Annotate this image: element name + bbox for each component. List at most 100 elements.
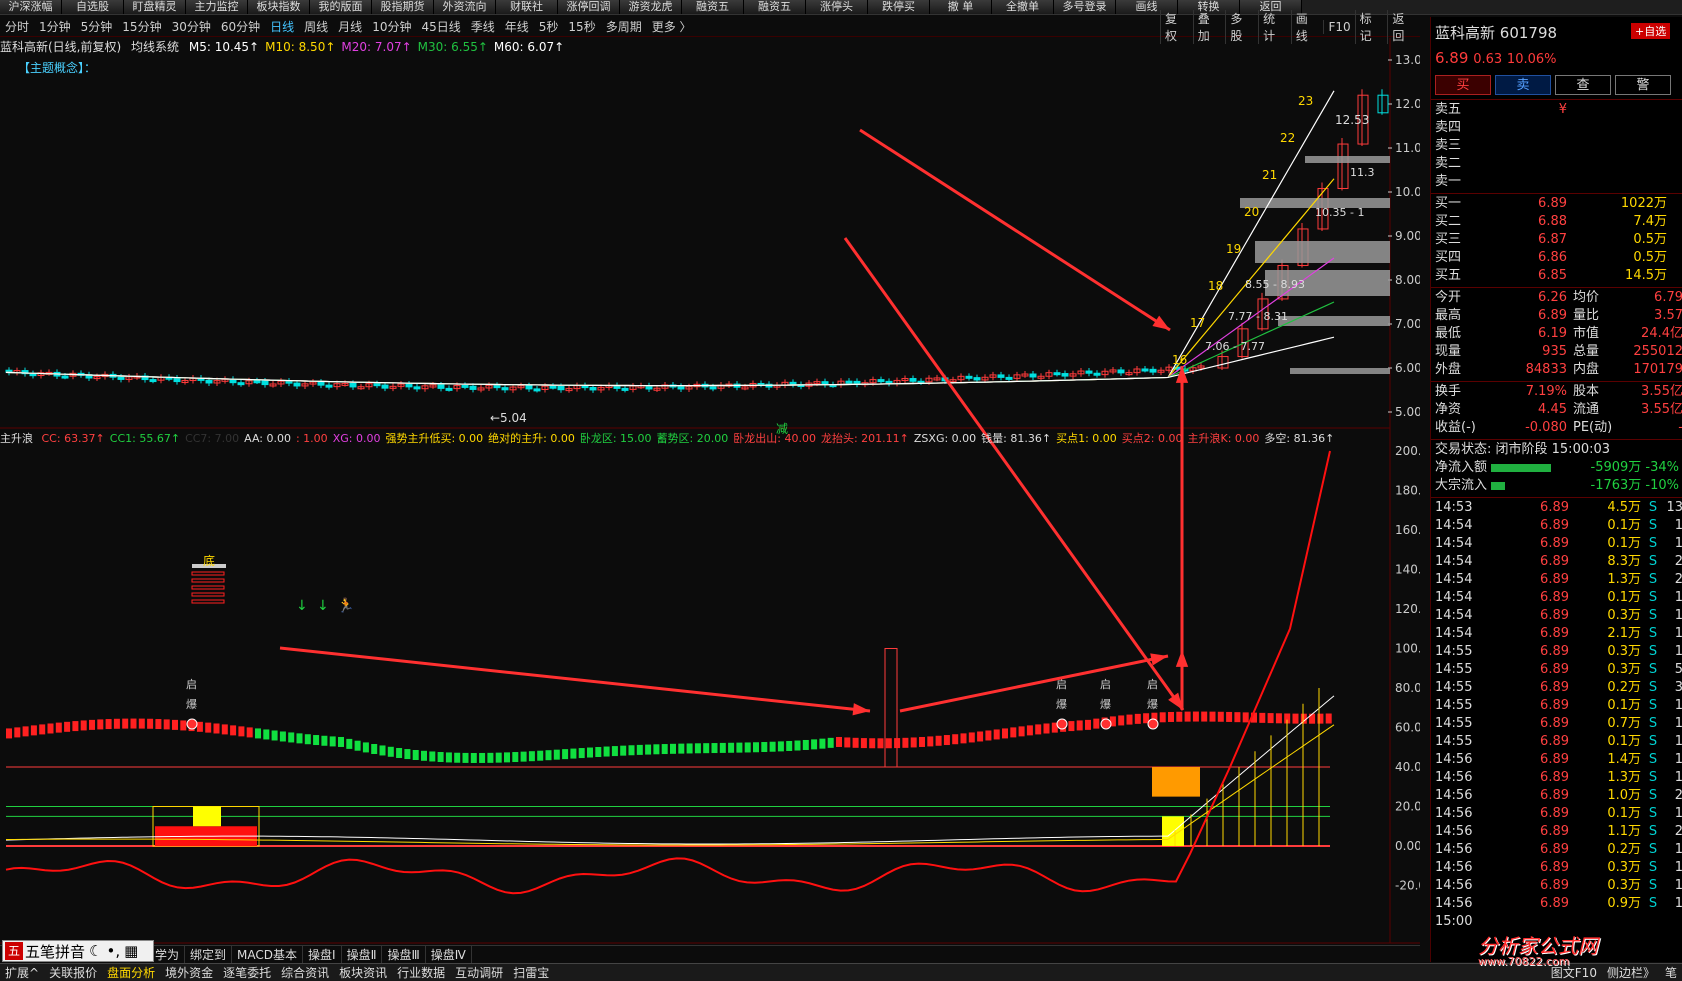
wave-block bbox=[362, 742, 369, 753]
period-tab[interactable]: 30分钟 bbox=[167, 18, 216, 35]
wave-block bbox=[329, 736, 336, 747]
add-favorite-button[interactable]: +自选 bbox=[1631, 23, 1671, 39]
indicator-tab[interactable]: 学为 bbox=[150, 946, 186, 963]
indicator-tab[interactable]: MACD基本 bbox=[232, 946, 304, 963]
toolbar-button[interactable]: 多号登录 bbox=[1054, 0, 1116, 14]
wave-block bbox=[321, 735, 328, 746]
wave-block bbox=[1035, 724, 1042, 735]
indicator-title[interactable]: 主升浪 bbox=[0, 432, 33, 445]
wave-block bbox=[437, 752, 444, 763]
status-tab[interactable]: 境外资金 bbox=[160, 964, 218, 981]
status-tab[interactable]: 行业数据 bbox=[392, 964, 450, 981]
tick-cell: 6.89 bbox=[1540, 734, 1569, 749]
period-tab[interactable]: 60分钟 bbox=[216, 18, 265, 35]
ma10-line bbox=[5, 178, 1335, 387]
status-tab[interactable]: 扩展^ bbox=[0, 964, 44, 981]
status-tab[interactable]: 扫雷宝 bbox=[508, 964, 554, 981]
wave-block bbox=[1093, 718, 1100, 729]
period-tab[interactable]: 5秒 bbox=[534, 18, 564, 35]
indicator-tab[interactable]: 操盘Ⅲ bbox=[382, 946, 426, 963]
stat-label: 现量 bbox=[1435, 344, 1462, 359]
tick-row: 14:54 6.89 0.3万 S 1 bbox=[1431, 607, 1682, 625]
period-tab[interactable]: 45日线 bbox=[416, 18, 465, 35]
period-tab[interactable]: 年线 bbox=[500, 18, 534, 35]
trade-button[interactable]: 查 bbox=[1555, 75, 1611, 95]
wave-block bbox=[728, 742, 735, 753]
zone-box bbox=[884, 648, 898, 768]
status-tab[interactable]: 综合资讯 bbox=[276, 964, 334, 981]
period-tab[interactable]: 分时 bbox=[0, 18, 34, 35]
wave-block bbox=[628, 745, 635, 756]
toolbar-button[interactable]: 跌停买 bbox=[868, 0, 930, 14]
trade-button[interactable]: 卖 bbox=[1495, 75, 1551, 95]
period-tab[interactable]: 月线 bbox=[333, 18, 367, 35]
toolbar-button[interactable]: 撤 单 bbox=[930, 0, 992, 14]
toolbar-button[interactable]: 融资五 bbox=[744, 0, 806, 14]
tick-cell: 1 bbox=[1674, 518, 1682, 533]
period-tab[interactable]: 更多 〉 bbox=[647, 18, 697, 35]
toolbar-button[interactable]: 涨停头 bbox=[806, 0, 868, 14]
candle bbox=[253, 380, 261, 384]
tick-cell: 0.1万 bbox=[1607, 518, 1641, 533]
tick-cell: 6.89 bbox=[1540, 752, 1569, 767]
toolbar-button[interactable]: 全撤单 bbox=[992, 0, 1054, 14]
stat-value: -0.080 bbox=[1525, 420, 1567, 435]
candle bbox=[285, 380, 293, 384]
status-tab[interactable]: 关联报价 bbox=[44, 964, 102, 981]
period-tab[interactable]: 15分钟 bbox=[117, 18, 166, 35]
app-window: 沪深涨幅 自选股 盯盘精灵 主力监控 板块指数 我的版面 股指期货 外资流向 财联社 涨停回调 游资… bbox=[0, 0, 1682, 981]
status-tab[interactable]: 逐笔委托 bbox=[218, 964, 276, 981]
toolbar-button[interactable]: 融资五 bbox=[682, 0, 744, 14]
trade-button[interactable]: 买 bbox=[1435, 75, 1491, 95]
toolbar-button[interactable]: 财联社 bbox=[496, 0, 558, 14]
tick-list[interactable]: 14:53 6.89 4.5万 S 13 14:54 6.89 0.1万 S 1 14:54 6.89… bbox=[1431, 499, 1682, 931]
order-row: 买二 6.88 7.4万 bbox=[1431, 213, 1682, 231]
period-tab[interactable]: 季线 bbox=[466, 18, 500, 35]
status-tab[interactable]: 板块资讯 bbox=[334, 964, 392, 981]
toolbar-button[interactable]: 主力监控 bbox=[186, 0, 248, 14]
ime-toolbar[interactable]: 五 五笔拼音 ☾ •, ▦ bbox=[2, 940, 154, 962]
tick-cell: 6.89 bbox=[1540, 824, 1569, 839]
tick-cell: 14:56 bbox=[1435, 896, 1473, 911]
tick-cell: 14:54 bbox=[1435, 590, 1473, 605]
indicator-axis-tick: 160.0 bbox=[1395, 523, 1420, 537]
indicator-tab[interactable]: 绑定到 bbox=[185, 946, 233, 963]
tick-cell: 14:54 bbox=[1435, 572, 1473, 587]
indicator-tab[interactable]: 操盘Ⅰ bbox=[303, 946, 342, 963]
toolbar-button[interactable]: 外资流向 bbox=[434, 0, 496, 14]
indicator-tab[interactable]: 操盘Ⅳ bbox=[426, 946, 472, 963]
status-tab[interactable]: 互动调研 bbox=[450, 964, 508, 981]
period-tab[interactable]: 10分钟 bbox=[367, 18, 416, 35]
period-tab[interactable]: 15秒 bbox=[563, 18, 600, 35]
period-tab[interactable]: 多周期 bbox=[601, 18, 647, 35]
wave-block bbox=[960, 733, 967, 744]
order-row: 卖五 ¥ bbox=[1431, 101, 1682, 119]
toolbar-button[interactable]: 股指期货 bbox=[372, 0, 434, 14]
kline-chart[interactable]: 13.00 12.00 11.00 10.00 9.00 8.00 7.00 6.00 5.00… bbox=[0, 38, 1420, 978]
period-tab[interactable]: 日线 bbox=[265, 18, 299, 35]
indicator-value: 绝对的主升: 0.00 bbox=[488, 432, 575, 445]
period-tab[interactable]: 周线 bbox=[299, 18, 333, 35]
period-tab[interactable]: 5分钟 bbox=[76, 18, 118, 35]
order-row: 买五 6.85 14.5万 bbox=[1431, 267, 1682, 285]
indicator-value: CC7: 7.00 bbox=[185, 432, 240, 445]
wave-block bbox=[578, 748, 585, 759]
toolbar-button[interactable]: 我的版面 bbox=[310, 0, 372, 14]
toolbar-button[interactable]: 自选股 bbox=[62, 0, 124, 14]
indicator-tab[interactable]: 操盘Ⅱ bbox=[342, 946, 383, 963]
buy-orders: 买一 6.89 1022万 买二 6.88 7.4万 买三 6.87 0.5万 买四 6.86 0.5… bbox=[1431, 195, 1682, 285]
toolbar-button[interactable]: 涨停回调 bbox=[558, 0, 620, 14]
period-tab[interactable]: 1分钟 bbox=[34, 18, 76, 35]
wave-block bbox=[653, 744, 660, 755]
chart-tool-button[interactable]: F10 bbox=[1323, 20, 1354, 34]
wave-block bbox=[396, 747, 403, 758]
ime-label: 五笔拼音 bbox=[25, 942, 86, 961]
toolbar-button[interactable]: 游资龙虎 bbox=[620, 0, 682, 14]
wave-block bbox=[603, 746, 610, 757]
tick-cell: 0.3万 bbox=[1607, 662, 1641, 677]
trade-button[interactable]: 警 bbox=[1615, 75, 1671, 95]
toolbar-button[interactable]: 板块指数 bbox=[248, 0, 310, 14]
toolbar-button[interactable]: 盯盘精灵 bbox=[124, 0, 186, 14]
status-tab[interactable]: 盘面分析 bbox=[102, 964, 160, 981]
toolbar-button[interactable]: 沪深涨幅 bbox=[0, 0, 62, 14]
